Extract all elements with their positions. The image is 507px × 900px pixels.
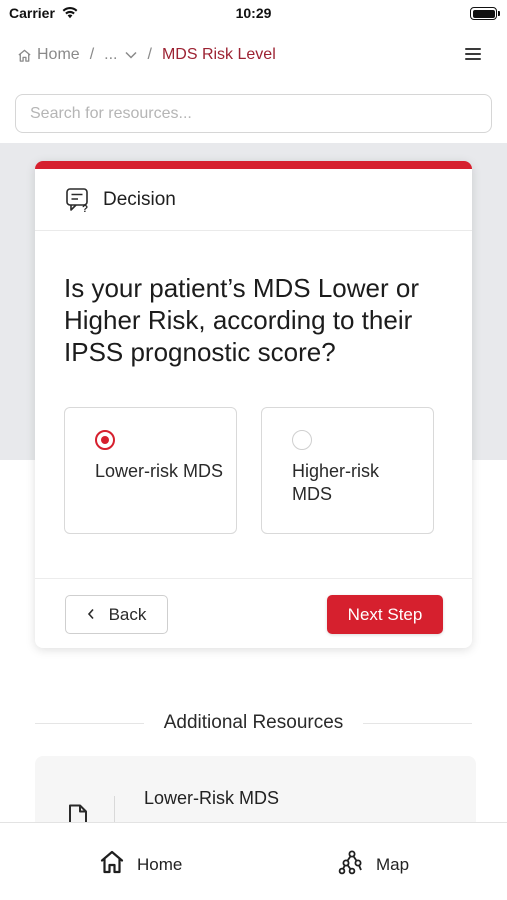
resources-heading: Additional Resources xyxy=(35,710,473,736)
search-input[interactable] xyxy=(15,94,492,133)
next-step-button[interactable]: Next Step xyxy=(327,595,443,634)
divider xyxy=(35,722,144,724)
resource-title: Lower-Risk MDS xyxy=(144,788,280,808)
chevron-left-icon xyxy=(87,605,95,625)
tab-map[interactable]: Map xyxy=(338,849,409,880)
home-icon xyxy=(99,849,125,880)
status-bar: Carrier 10:29 xyxy=(0,0,507,30)
radio-unselected[interactable] xyxy=(292,430,312,450)
next-step-label: Next Step xyxy=(347,604,423,624)
battery-icon xyxy=(470,7,500,20)
radio-selected[interactable] xyxy=(95,430,115,450)
breadcrumb-current: MDS Risk Level xyxy=(161,46,276,63)
card-footer-divider xyxy=(35,578,472,579)
breadcrumb-home[interactable]: Home xyxy=(37,46,80,64)
option-label: Lower-risk MDS xyxy=(95,461,224,481)
hamburger-menu-icon[interactable] xyxy=(465,46,481,62)
option-label: Higher-risk MDS xyxy=(292,461,380,504)
card-header: ? Decision xyxy=(35,169,472,231)
decision-question: Is your patient’s MDS Lower or Higher Ri… xyxy=(64,273,419,367)
back-label: Back xyxy=(108,604,147,624)
card-accent-bar xyxy=(35,161,472,169)
tab-bar: Home Map xyxy=(0,822,507,900)
decision-card: ? Decision Is your patient’s MDS Lower o… xyxy=(35,161,472,648)
clock: 10:29 xyxy=(235,5,272,21)
chat-question-icon: ? xyxy=(65,187,91,213)
breadcrumb-separator: / xyxy=(147,46,152,63)
breadcrumb-separator: / xyxy=(89,46,95,63)
tab-home-label: Home xyxy=(137,854,183,874)
resources-title: Additional Resources xyxy=(163,712,344,733)
tab-home[interactable]: Home xyxy=(99,849,182,880)
option-higher-risk[interactable]: Higher-risk MDS xyxy=(261,407,434,534)
svg-text:?: ? xyxy=(82,204,88,213)
breadcrumb-more[interactable]: ... xyxy=(104,46,138,64)
breadcrumb: Home / ... / MDS Risk Level xyxy=(17,44,276,66)
screen: Carrier 10:29 Home / ... / MDS Risk Leve… xyxy=(0,0,507,900)
option-lower-risk[interactable]: Lower-risk MDS xyxy=(64,407,237,534)
home-icon[interactable] xyxy=(17,48,32,63)
back-button[interactable]: Back xyxy=(65,595,168,634)
chevron-down-icon xyxy=(125,46,138,64)
breadcrumb-ellipsis: ... xyxy=(104,46,118,63)
map-nodes-icon xyxy=(338,849,364,880)
divider xyxy=(363,722,473,724)
tab-map-label: Map xyxy=(376,854,410,874)
card-header-title: Decision xyxy=(103,188,176,210)
